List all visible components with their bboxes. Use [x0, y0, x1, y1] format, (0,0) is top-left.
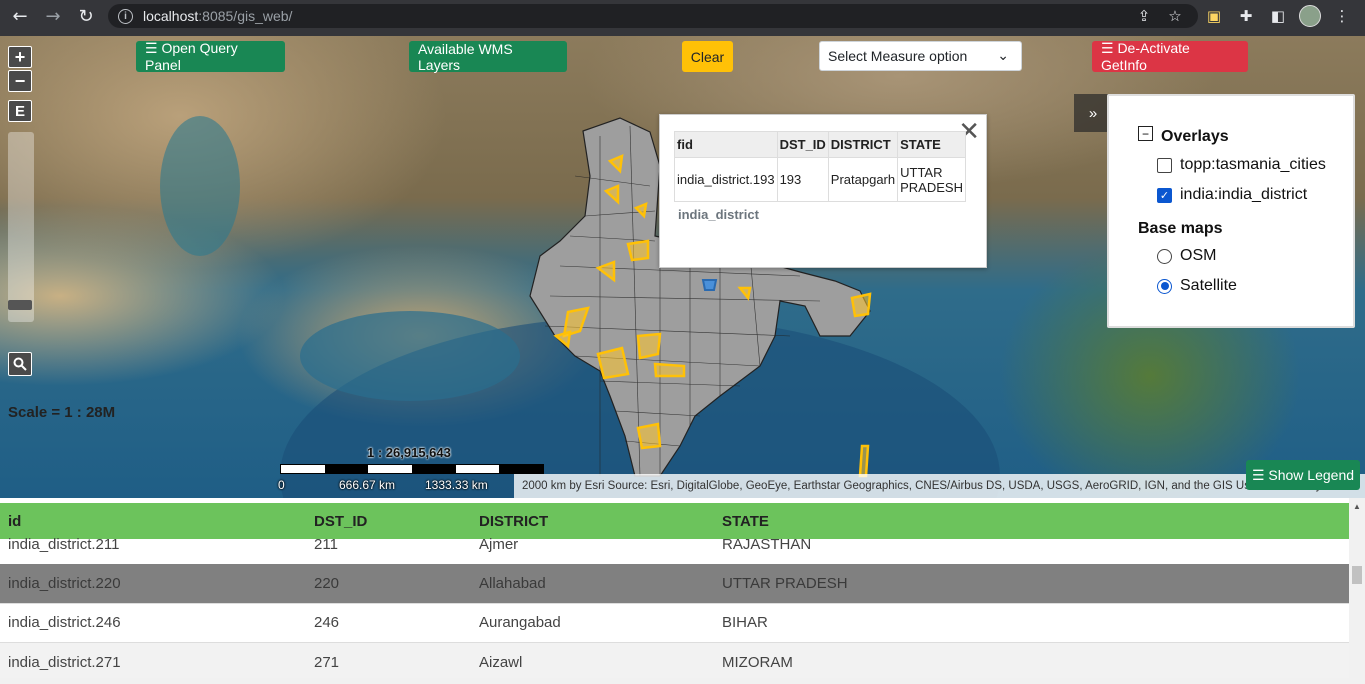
scale-bar	[280, 464, 544, 474]
zoom-out-button[interactable]: −	[8, 70, 32, 92]
cell-dst-id: 211	[314, 536, 338, 553]
open-query-panel-button[interactable]: ☰ Open Query Panel	[136, 40, 285, 73]
cell-state: UTTAR PRADESH	[722, 575, 848, 592]
feature-info-popup: ✕ fid DST_ID DISTRICT STATE india_distri…	[659, 114, 987, 268]
overlay-row[interactable]: ✓ india:india_district	[1157, 186, 1307, 204]
table-row[interactable]: india_district.220 220 Allahabad UTTAR P…	[0, 564, 1349, 604]
cell-district: Aizawl	[479, 654, 523, 671]
popup-layer-name: india_district	[678, 207, 759, 222]
popup-header: fid	[674, 131, 778, 158]
address-bar[interactable]: i localhost:8085/gis_web/	[108, 4, 1198, 28]
basemap-label: Satellite	[1180, 277, 1237, 294]
side-panel-icon[interactable]: ◧	[1266, 4, 1290, 28]
overlay-label: topp:tasmania_cities	[1180, 156, 1326, 173]
profile-avatar[interactable]	[1298, 4, 1322, 28]
url-text: localhost:8085/gis_web/	[143, 8, 293, 24]
zoom-extent-button[interactable]: E	[8, 100, 32, 122]
layer-switcher-panel: − Overlays topp:tasmania_cities ✓ india:…	[1107, 94, 1355, 328]
popup-header: STATE	[897, 131, 966, 158]
cell-id: india_district.220	[8, 575, 121, 592]
cell-id: india_district.211	[8, 536, 120, 553]
attribute-table: id DST_ID DISTRICT STATE india_district.…	[0, 498, 1365, 684]
cell-district: Aurangabad	[479, 614, 561, 631]
popup-cell: UTTAR PRADESH	[897, 157, 966, 202]
extensions-puzzle-icon[interactable]: ✚	[1234, 4, 1258, 28]
cell-dst-id: 271	[314, 654, 340, 671]
browser-toolbar: ← → ↻ i localhost:8085/gis_web/ ⇪ ☆ ▣ ✚ …	[0, 0, 1365, 32]
deactivate-getinfo-button[interactable]: ☰ De-Activate GetInfo	[1092, 40, 1248, 73]
scale-label: Scale = 1 : 28M	[8, 404, 116, 421]
measure-option-select[interactable]: Select Measure option ⌄	[819, 41, 1022, 71]
show-legend-button[interactable]: ☰ Show Legend	[1246, 460, 1360, 490]
cell-dst-id: 246	[314, 614, 340, 631]
collapse-icon[interactable]: −	[1138, 126, 1153, 141]
scale-tick: 666.67 km	[339, 478, 396, 492]
scale-tick: 1333.33 km	[425, 478, 488, 492]
map-attribution: 2000 km by Esri Source: Esri, DigitalGlo…	[514, 474, 1365, 498]
reload-icon[interactable]: ↻	[74, 4, 98, 28]
extension-badge-icon[interactable]: ▣	[1202, 4, 1226, 28]
basemap-row[interactable]: Satellite	[1157, 277, 1237, 295]
bookmark-star-icon[interactable]: ☆	[1163, 4, 1187, 28]
cell-id: india_district.246	[8, 614, 121, 631]
cell-state: BIHAR	[722, 614, 768, 631]
cell-state: MIZORAM	[722, 654, 793, 671]
basemap-row[interactable]: OSM	[1157, 247, 1216, 265]
zoom-slider-thumb[interactable]	[8, 300, 32, 310]
table-row[interactable]: india_district.246 246 Aurangabad BIHAR	[0, 603, 1349, 643]
share-icon[interactable]: ⇪	[1132, 4, 1156, 28]
popup-cell: india_district.193	[674, 157, 778, 202]
chevron-down-icon: ⌄	[997, 48, 1009, 64]
popup-cell: 193	[776, 157, 829, 202]
popup-header: DISTRICT	[827, 131, 899, 158]
zoom-slider[interactable]	[8, 132, 34, 322]
clear-button[interactable]: Clear	[682, 41, 733, 72]
info-icon[interactable]: i	[118, 8, 133, 24]
overlay-checkbox[interactable]	[1157, 157, 1172, 173]
scale-tick: 0	[278, 478, 285, 492]
cell-district: Allahabad	[479, 575, 546, 592]
map-canvas[interactable]: + − E ☰ Open Query Panel Available WMS L…	[0, 36, 1365, 498]
basemap-radio[interactable]	[1157, 278, 1172, 294]
popup-cell: Pratapgarh	[827, 157, 899, 202]
table-row[interactable]: india_district.271 271 Aizawl MIZORAM	[0, 643, 1349, 683]
overlay-label: india:india_district	[1180, 186, 1308, 203]
search-icon[interactable]	[8, 352, 32, 376]
basemap-label: OSM	[1180, 247, 1217, 264]
overlays-heading: Overlays	[1161, 128, 1229, 145]
forward-icon[interactable]: →	[41, 4, 65, 28]
cell-district: Ajmer	[479, 536, 519, 553]
table-scrollbar[interactable]: ▲	[1349, 498, 1365, 684]
horizontal-scrollbar[interactable]	[0, 678, 1349, 684]
popup-table: fid DST_ID DISTRICT STATE india_district…	[674, 131, 966, 202]
overlay-row[interactable]: topp:tasmania_cities	[1157, 156, 1326, 174]
table-row[interactable]: india_district.211 211 Ajmer RAJASTHAN	[0, 525, 1349, 565]
measure-select-value: Select Measure option	[828, 48, 968, 64]
cell-dst-id: 220	[314, 575, 340, 592]
attribution-text: by Esri Source: Esri, DigitalGlobe, GeoE…	[569, 480, 1322, 492]
scale-tick: 2000 km	[522, 480, 567, 492]
wms-layers-button[interactable]: Available WMS Layers	[409, 41, 567, 73]
popup-header: DST_ID	[776, 131, 829, 158]
zoom-in-button[interactable]: +	[8, 46, 32, 68]
basemap-radio[interactable]	[1157, 248, 1172, 264]
scrollbar-thumb[interactable]	[1352, 566, 1362, 584]
back-icon[interactable]: ←	[8, 4, 32, 28]
cell-id: india_district.271	[8, 654, 121, 671]
basemaps-heading: Base maps	[1138, 220, 1223, 237]
kebab-menu-icon[interactable]: ⋮	[1330, 4, 1354, 28]
overlay-checkbox[interactable]: ✓	[1157, 187, 1172, 203]
scale-ratio: 1 : 26,915,643	[367, 445, 451, 460]
cell-state: RAJASTHAN	[722, 536, 812, 553]
scroll-up-icon[interactable]: ▲	[1353, 502, 1361, 511]
